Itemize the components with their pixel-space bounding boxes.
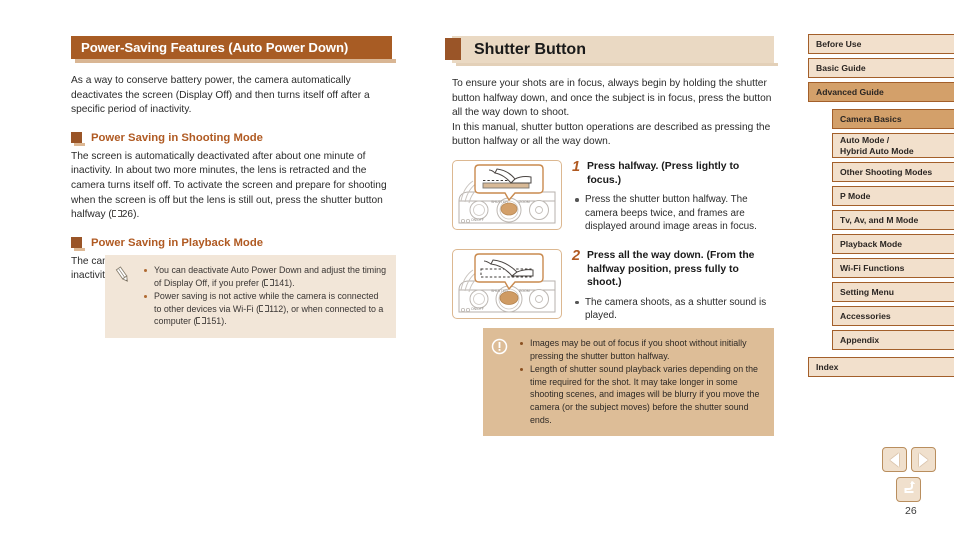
square-marker-icon [71, 132, 85, 147]
sidebar-item-other-shooting-modes[interactable]: Other Shooting Modes [832, 162, 954, 182]
subheading-power-saving-playback: Power Saving in Playback Mode [71, 236, 396, 252]
page-number: 26 [905, 505, 917, 517]
svg-text:ZOOM: ZOOM [519, 289, 530, 293]
sidebar-item-label: P Mode [840, 190, 871, 201]
subheading-label: Power Saving in Shooting Mode [91, 131, 263, 144]
note-text-2: ). [289, 277, 295, 288]
note-ref-1[interactable]: 112 [269, 304, 283, 314]
book-reference-icon [259, 304, 270, 313]
sidebar-item-advanced-guide[interactable]: Advanced Guide [808, 82, 954, 102]
sidebar-item-label: Wi-Fi Functions [840, 262, 905, 273]
sidebar-item-label: Before Use [816, 38, 862, 49]
book-reference-icon [111, 210, 122, 218]
sidebar-item-label: Auto Mode / Hybrid Auto Mode [840, 135, 914, 156]
caution-callout-box: Images may be out of focus if you shoot … [483, 328, 774, 437]
power-saving-shooting-paragraph: The screen is automatically deactivated … [71, 150, 396, 223]
svg-text:ZOOM: ZOOM [519, 200, 530, 204]
navigation-sidebar: Before Use Basic Guide Advanced Guide Ca… [808, 34, 954, 381]
sidebar-item-label: Advanced Guide [816, 86, 884, 97]
shutter-intro-paragraph-2: In this manual, shutter button operation… [452, 121, 771, 148]
camera-shutter-full-illustration: SHUTTER ZOOM ON/OFF [452, 248, 562, 319]
return-arrow-icon [900, 479, 917, 501]
svg-text:SHUTTER: SHUTTER [491, 200, 508, 204]
sidebar-item-accessories[interactable]: Accessories [832, 306, 954, 326]
square-marker-icon [71, 237, 85, 252]
caution-item-list: Images may be out of focus if you shoot … [519, 337, 764, 427]
note-ref-1[interactable]: 141 [274, 278, 289, 288]
next-page-button[interactable] [911, 447, 936, 472]
svg-text:ON/OFF: ON/OFF [471, 307, 484, 311]
sidebar-item-camera-basics[interactable]: Camera Basics [832, 109, 954, 129]
section-title: Power-Saving Features (Auto Power Down) [81, 40, 349, 55]
back-button[interactable] [896, 477, 921, 502]
note-item-list: You can deactivate Auto Power Down and a… [143, 264, 388, 329]
sidebar-item-tv-av-m-mode[interactable]: Tv, Av, and M Mode [832, 210, 954, 230]
note-list-item: You can deactivate Auto Power Down and a… [143, 264, 388, 289]
step-number: 2 [572, 247, 581, 264]
subheading-power-saving-shooting: Power Saving in Shooting Mode [71, 131, 396, 147]
paragraph-text-after-ref: ). [133, 209, 140, 221]
section-heading-bar: Power-Saving Features (Auto Power Down) [71, 36, 392, 59]
exclamation-icon [491, 338, 508, 359]
sidebar-item-label: Index [816, 361, 839, 372]
step-bullet: Press the shutter button halfway. The ca… [572, 193, 774, 234]
sidebar-item-label: Appendix [840, 334, 880, 345]
triangle-right-icon [919, 452, 928, 467]
caution-icon-cell [491, 337, 519, 427]
step-title: Press halfway. (Press lightly to focus.) [587, 160, 740, 186]
power-saving-intro-paragraph: As a way to conserve battery power, the … [71, 75, 370, 116]
sidebar-item-label: Playback Mode [840, 238, 903, 249]
step-bullet: The camera shoots, as a shutter sound is… [572, 296, 774, 323]
sidebar-item-label: Other Shooting Modes [840, 166, 933, 177]
sidebar-item-label: Tv, Av, and M Mode [840, 214, 919, 225]
svg-text:SHUTTER: SHUTTER [491, 289, 508, 293]
sidebar-item-auto-mode[interactable]: Auto Mode / Hybrid Auto Mode [832, 133, 954, 158]
caution-list-item: Images may be out of focus if you shoot … [519, 337, 764, 362]
chapter-heading-shadow [456, 63, 778, 66]
sidebar-item-p-mode[interactable]: P Mode [832, 186, 954, 206]
sidebar-item-label: Basic Guide [816, 62, 866, 73]
chapter-heading-bar: Shutter Button [445, 36, 774, 63]
sidebar-item-setting-menu[interactable]: Setting Menu [832, 282, 954, 302]
step-bullet-list: Press the shutter button halfway. The ca… [572, 193, 774, 234]
chapter-title: Shutter Button [474, 40, 586, 58]
step-title: Press all the way down. (From the halfwa… [587, 249, 755, 289]
note-ref-2[interactable]: 151 [206, 316, 221, 326]
sidebar-item-before-use[interactable]: Before Use [808, 34, 954, 54]
chapter-marker-icon [445, 38, 461, 60]
left-content-column: Power-Saving Features (Auto Power Down) … [71, 36, 396, 284]
sidebar-item-label: Camera Basics [840, 113, 902, 124]
camera-shutter-halfway-illustration: SHUTTER ZOOM ON/OFF [452, 159, 562, 230]
subheading-label: Power Saving in Playback Mode [91, 236, 264, 249]
triangle-left-icon [890, 452, 899, 467]
note-callout-box: You can deactivate Auto Power Down and a… [105, 255, 396, 338]
step-row: SHUTTER ZOOM ON/OFF 1 Press halfway. (Pr… [452, 160, 774, 239]
note-list-item: Power saving is not active while the cam… [143, 290, 388, 328]
sidebar-item-basic-guide[interactable]: Basic Guide [808, 58, 954, 78]
sidebar-item-index[interactable]: Index [808, 357, 954, 377]
main-content-column: Shutter Button To ensure your shots are … [445, 36, 778, 437]
caution-list-item: Length of shutter sound playback varies … [519, 363, 764, 426]
shutter-intro-paragraph-1: To ensure your shots are in focus, alway… [452, 78, 772, 119]
note-text-3: ). [221, 316, 227, 327]
note-icon-cell [113, 264, 143, 329]
book-reference-icon [196, 317, 207, 325]
pencil-icon [113, 265, 143, 285]
sidebar-item-playback-mode[interactable]: Playback Mode [832, 234, 954, 254]
sidebar-item-label: Accessories [840, 310, 891, 321]
sidebar-item-label: Setting Menu [840, 286, 894, 297]
sidebar-item-appendix[interactable]: Appendix [832, 330, 954, 350]
page-reference-number[interactable]: 26 [122, 209, 133, 220]
step-title-row: 2 Press all the way down. (From the half… [572, 249, 774, 290]
svg-text:ON/OFF: ON/OFF [471, 218, 484, 222]
step-body: 1 Press halfway. (Press lightly to focus… [562, 160, 774, 239]
step-number: 1 [572, 158, 581, 175]
book-reference-icon [264, 278, 275, 287]
previous-page-button[interactable] [882, 447, 907, 472]
step-title-row: 1 Press halfway. (Press lightly to focus… [572, 160, 774, 187]
sidebar-item-wifi-functions[interactable]: Wi-Fi Functions [832, 258, 954, 278]
section-heading-shadow [75, 59, 396, 63]
